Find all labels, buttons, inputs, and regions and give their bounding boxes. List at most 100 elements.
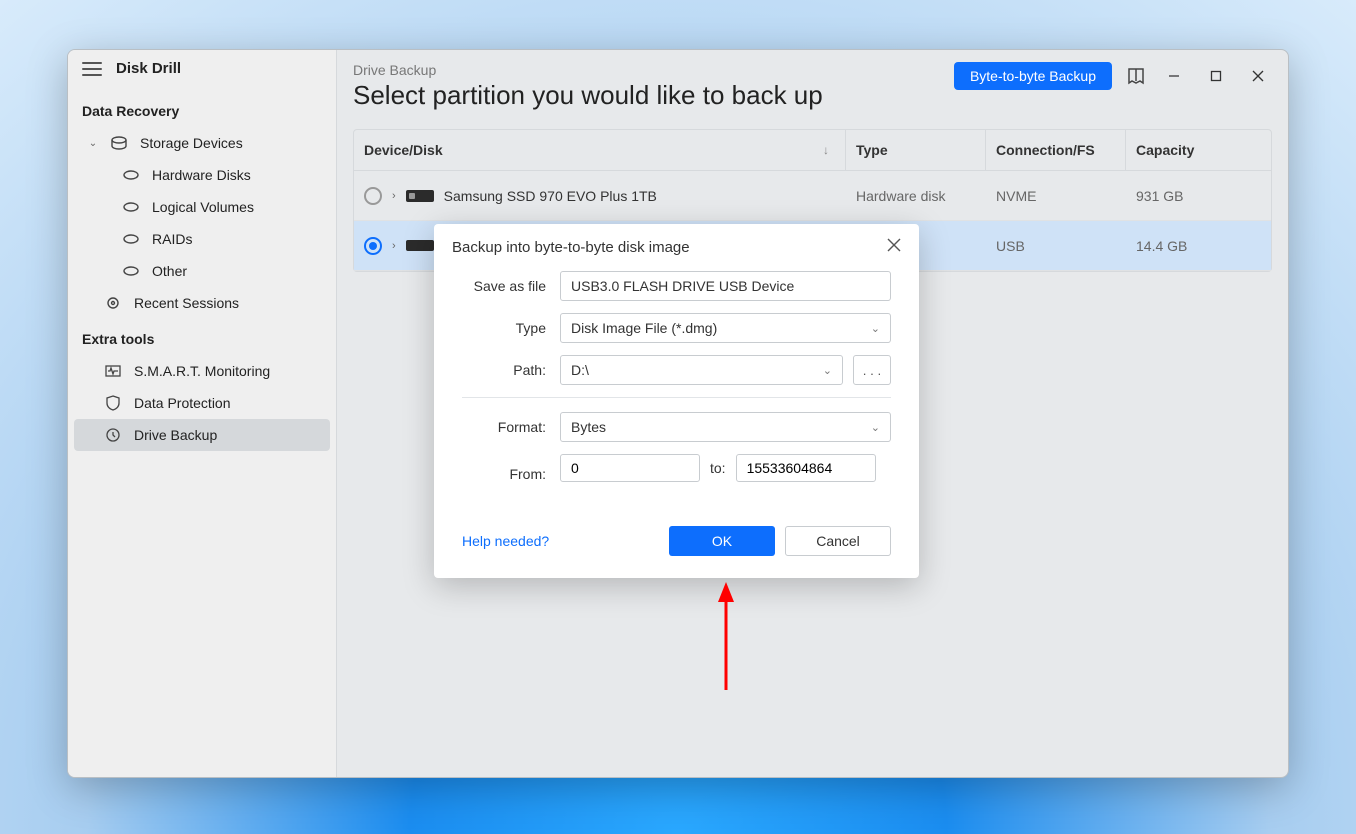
ok-button[interactable]: OK — [669, 526, 775, 556]
to-input[interactable] — [736, 454, 876, 482]
topbar: Drive Backup Select partition you would … — [337, 50, 1288, 111]
sidebar-item-raids[interactable]: RAIDs — [74, 223, 330, 255]
sidebar-item-label: Drive Backup — [134, 427, 217, 443]
sidebar-item-label: Storage Devices — [140, 135, 243, 151]
radio-unselected[interactable] — [364, 187, 382, 205]
save-as-input[interactable] — [560, 271, 891, 301]
flash-drive-icon — [406, 240, 434, 251]
disk-icon — [122, 230, 140, 248]
column-device[interactable]: Device/Disk ↓ — [354, 130, 846, 170]
divider — [462, 397, 891, 398]
label-path: Path: — [462, 362, 546, 378]
path-value: D:\ — [571, 362, 589, 378]
radio-selected[interactable] — [364, 237, 382, 255]
column-label: Type — [856, 142, 888, 158]
sort-arrow-icon: ↓ — [823, 143, 835, 157]
heartbeat-icon — [104, 362, 122, 380]
column-capacity[interactable]: Capacity — [1126, 130, 1271, 170]
sidebar-item-label: Hardware Disks — [152, 167, 251, 183]
disk-icon — [122, 262, 140, 280]
sidebar-item-data-protection[interactable]: Data Protection — [74, 387, 330, 419]
sidebar-item-label: Data Protection — [134, 395, 231, 411]
sidebar-item-storage-devices[interactable]: ⌄ Storage Devices — [74, 127, 330, 159]
chevron-right-icon[interactable]: › — [392, 190, 396, 202]
row-range: From: to: — [462, 454, 891, 494]
column-type[interactable]: Type — [846, 130, 986, 170]
sidebar-item-label: RAIDs — [152, 231, 192, 247]
sidebar-item-label: S.M.A.R.T. Monitoring — [134, 363, 270, 379]
gear-icon — [104, 294, 122, 312]
shield-icon — [104, 394, 122, 412]
column-label: Connection/FS — [996, 142, 1095, 158]
dialog-header: Backup into byte-to-byte disk image — [434, 224, 919, 265]
dialog-title: Backup into byte-to-byte disk image — [452, 239, 690, 256]
chevron-down-icon: ⌄ — [88, 138, 98, 149]
dialog-footer: Help needed? OK Cancel — [434, 506, 919, 578]
bookmark-icon[interactable] — [1126, 66, 1146, 86]
chevron-down-icon: ⌄ — [871, 322, 880, 335]
label-to: to: — [710, 460, 726, 476]
dialog-close-button[interactable] — [887, 238, 901, 257]
history-icon — [104, 426, 122, 444]
sidebar: Disk Drill Data Recovery ⌄ Storage Devic… — [68, 50, 337, 777]
chevron-right-icon[interactable]: › — [392, 240, 396, 252]
column-label: Device/Disk — [364, 142, 443, 158]
cell-capacity: 931 GB — [1126, 188, 1271, 204]
row-format: Format: Bytes ⌄ — [462, 412, 891, 442]
cell-connection: USB — [986, 238, 1126, 254]
topbar-right: Byte-to-byte Backup — [954, 62, 1272, 90]
column-connection[interactable]: Connection/FS — [986, 130, 1126, 170]
chevron-down-icon: ⌄ — [823, 364, 832, 377]
row-save-as: Save as file — [462, 271, 891, 301]
label-save-as: Save as file — [462, 278, 546, 294]
type-value: Disk Image File (*.dmg) — [571, 320, 717, 336]
help-link[interactable]: Help needed? — [462, 533, 549, 549]
sidebar-item-drive-backup[interactable]: Drive Backup — [74, 419, 330, 451]
column-label: Capacity — [1136, 142, 1194, 158]
dialog-body: Save as file Type Disk Image File (*.dmg… — [434, 265, 919, 494]
disk-stack-icon — [110, 134, 128, 152]
sidebar-item-logical-volumes[interactable]: Logical Volumes — [74, 191, 330, 223]
format-select[interactable]: Bytes ⌄ — [560, 412, 891, 442]
desktop-background: Disk Drill Data Recovery ⌄ Storage Devic… — [0, 0, 1356, 834]
minimize-button[interactable] — [1160, 62, 1188, 90]
breadcrumb: Drive Backup — [353, 62, 823, 78]
chevron-down-icon: ⌄ — [871, 421, 880, 434]
label-from: From: — [462, 466, 546, 482]
cell-type: Hardware disk — [846, 188, 986, 204]
label-format: Format: — [462, 419, 546, 435]
type-select[interactable]: Disk Image File (*.dmg) ⌄ — [560, 313, 891, 343]
cell-capacity: 14.4 GB — [1126, 238, 1271, 254]
sidebar-header: Disk Drill — [68, 60, 336, 91]
sidebar-item-recent-sessions[interactable]: Recent Sessions — [74, 287, 330, 319]
path-select[interactable]: D:\ ⌄ — [560, 355, 843, 385]
maximize-button[interactable] — [1202, 62, 1230, 90]
hamburger-icon[interactable] — [82, 62, 102, 76]
disk-icon — [122, 166, 140, 184]
cell-device: › Samsung SSD 970 EVO Plus 1TB — [354, 187, 846, 205]
page-title: Select partition you would like to back … — [353, 80, 823, 111]
byte-to-byte-backup-button[interactable]: Byte-to-byte Backup — [954, 62, 1112, 90]
from-input[interactable] — [560, 454, 700, 482]
format-value: Bytes — [571, 419, 606, 435]
sidebar-item-label: Recent Sessions — [134, 295, 239, 311]
cell-connection: NVME — [986, 188, 1126, 204]
app-title: Disk Drill — [116, 60, 181, 77]
sidebar-item-label: Other — [152, 263, 187, 279]
ssd-icon — [406, 190, 434, 202]
browse-button[interactable]: . . . — [853, 355, 891, 385]
section-data-recovery: Data Recovery — [68, 91, 336, 127]
device-name: Samsung SSD 970 EVO Plus 1TB — [444, 188, 657, 204]
topbar-left: Drive Backup Select partition you would … — [353, 62, 823, 111]
sidebar-item-hardware-disks[interactable]: Hardware Disks — [74, 159, 330, 191]
label-type: Type — [462, 320, 546, 336]
close-button[interactable] — [1244, 62, 1272, 90]
sidebar-item-other[interactable]: Other — [74, 255, 330, 287]
row-path: Path: D:\ ⌄ . . . — [462, 355, 891, 385]
row-type: Type Disk Image File (*.dmg) ⌄ — [462, 313, 891, 343]
sidebar-item-smart[interactable]: S.M.A.R.T. Monitoring — [74, 355, 330, 387]
cancel-button[interactable]: Cancel — [785, 526, 891, 556]
disk-icon — [122, 198, 140, 216]
table-row[interactable]: › Samsung SSD 970 EVO Plus 1TB Hardware … — [354, 171, 1271, 221]
section-extra-tools: Extra tools — [68, 319, 336, 355]
